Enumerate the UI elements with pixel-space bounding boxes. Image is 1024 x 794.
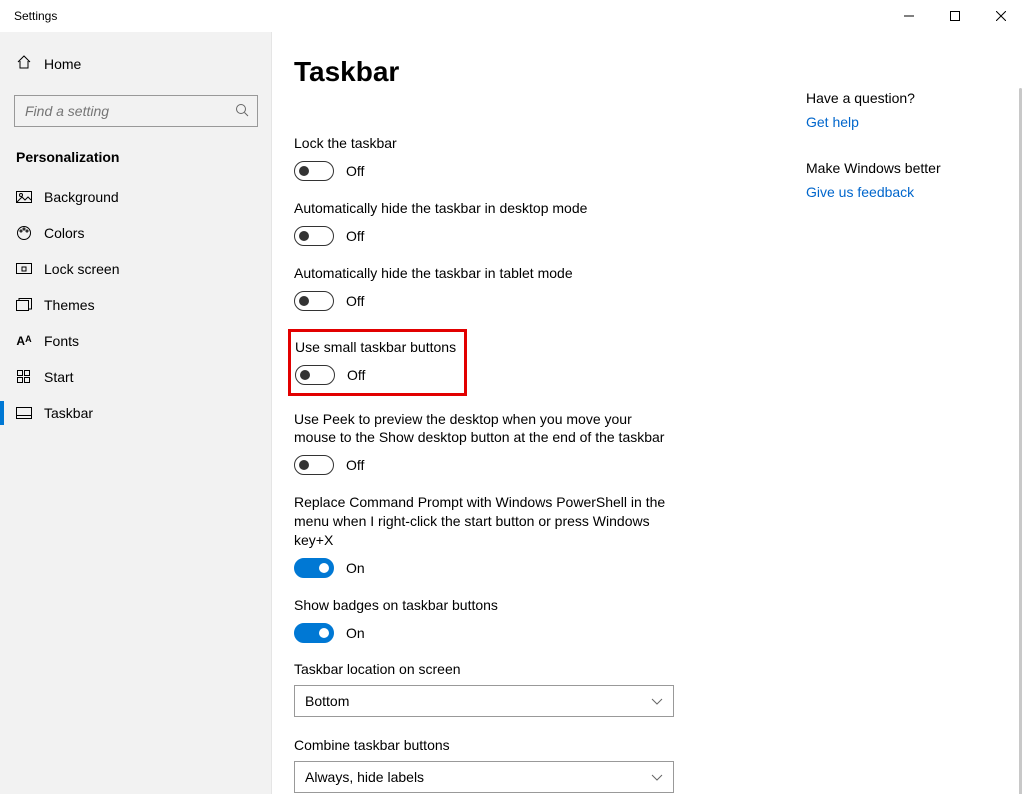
- home-label: Home: [44, 56, 81, 72]
- setting-hide-tablet: Automatically hide the taskbar in tablet…: [294, 264, 764, 311]
- picture-icon: [16, 191, 32, 203]
- sidebar: Home Personalization Background Colors L…: [0, 32, 272, 794]
- palette-icon: [16, 225, 32, 241]
- select-label: Combine taskbar buttons: [294, 737, 764, 753]
- help-aside: Have a question? Get help Make Windows b…: [806, 90, 996, 230]
- toggle-small-buttons[interactable]: [295, 365, 335, 385]
- setting-peek: Use Peek to preview the desktop when you…: [294, 410, 764, 476]
- question-heading: Have a question?: [806, 90, 996, 106]
- home-button[interactable]: Home: [0, 46, 272, 81]
- setting-label: Automatically hide the taskbar in deskto…: [294, 199, 674, 218]
- toggle-hide-tablet[interactable]: [294, 291, 334, 311]
- sidebar-item-label: Colors: [44, 225, 84, 241]
- search-input-field[interactable]: [25, 103, 235, 119]
- select-taskbar-location[interactable]: Bottom: [294, 685, 674, 717]
- toggle-state: On: [346, 560, 365, 576]
- page-title: Taskbar: [294, 56, 764, 88]
- toggle-state: Off: [347, 367, 365, 383]
- main-content: Taskbar Lock the taskbar Off Automatical…: [272, 32, 1024, 794]
- sidebar-item-label: Taskbar: [44, 405, 93, 421]
- toggle-state: Off: [346, 228, 364, 244]
- toggle-state: Off: [346, 163, 364, 179]
- sidebar-item-background[interactable]: Background: [0, 179, 272, 215]
- setting-label: Show badges on taskbar buttons: [294, 596, 674, 615]
- chevron-down-icon: [651, 693, 663, 709]
- lock-screen-icon: [16, 263, 32, 275]
- sidebar-item-start[interactable]: Start: [0, 359, 272, 395]
- close-button[interactable]: [978, 0, 1024, 32]
- setting-badges: Show badges on taskbar buttons On: [294, 596, 764, 643]
- maximize-button[interactable]: [932, 0, 978, 32]
- setting-powershell: Replace Command Prompt with Windows Powe…: [294, 493, 764, 578]
- minimize-button[interactable]: [886, 0, 932, 32]
- sidebar-item-themes[interactable]: Themes: [0, 287, 272, 323]
- search-icon: [235, 103, 249, 120]
- themes-icon: [16, 298, 32, 312]
- toggle-lock-taskbar[interactable]: [294, 161, 334, 181]
- get-help-link[interactable]: Get help: [806, 114, 996, 130]
- taskbar-icon: [16, 407, 32, 419]
- setting-label: Lock the taskbar: [294, 134, 674, 153]
- scrollbar[interactable]: [1019, 88, 1022, 794]
- fonts-icon: AA: [16, 334, 32, 348]
- highlighted-setting: Use small taskbar buttons Off: [288, 329, 467, 396]
- select-combine-buttons[interactable]: Always, hide labels: [294, 761, 674, 793]
- toggle-badges[interactable]: [294, 623, 334, 643]
- setting-combine-buttons: Combine taskbar buttons Always, hide lab…: [294, 737, 764, 793]
- search-input[interactable]: [14, 95, 258, 127]
- toggle-hide-desktop[interactable]: [294, 226, 334, 246]
- start-icon: [16, 370, 32, 384]
- sidebar-item-colors[interactable]: Colors: [0, 215, 272, 251]
- toggle-state: Off: [346, 293, 364, 309]
- sidebar-item-lock-screen[interactable]: Lock screen: [0, 251, 272, 287]
- setting-taskbar-location: Taskbar location on screen Bottom: [294, 661, 764, 717]
- sidebar-item-label: Themes: [44, 297, 95, 313]
- setting-label: Use small taskbar buttons: [295, 338, 456, 357]
- home-icon: [16, 54, 32, 73]
- select-label: Taskbar location on screen: [294, 661, 764, 677]
- setting-label: Replace Command Prompt with Windows Powe…: [294, 493, 674, 550]
- window-title: Settings: [14, 9, 57, 23]
- sidebar-section-title: Personalization: [0, 149, 272, 179]
- sidebar-item-label: Fonts: [44, 333, 79, 349]
- setting-label: Automatically hide the taskbar in tablet…: [294, 264, 674, 283]
- toggle-powershell[interactable]: [294, 558, 334, 578]
- setting-lock-taskbar: Lock the taskbar Off: [294, 134, 764, 181]
- toggle-state: On: [346, 625, 365, 641]
- sidebar-item-label: Background: [44, 189, 119, 205]
- window-controls: [886, 0, 1024, 32]
- setting-label: Use Peek to preview the desktop when you…: [294, 410, 674, 448]
- sidebar-item-fonts[interactable]: AA Fonts: [0, 323, 272, 359]
- toggle-state: Off: [346, 457, 364, 473]
- give-feedback-link[interactable]: Give us feedback: [806, 184, 996, 200]
- chevron-down-icon: [651, 769, 663, 785]
- select-value: Bottom: [305, 693, 349, 709]
- sidebar-item-taskbar[interactable]: Taskbar: [0, 395, 272, 431]
- toggle-peek[interactable]: [294, 455, 334, 475]
- sidebar-item-label: Start: [44, 369, 74, 385]
- select-value: Always, hide labels: [305, 769, 424, 785]
- sidebar-item-label: Lock screen: [44, 261, 119, 277]
- feedback-heading: Make Windows better: [806, 160, 996, 176]
- titlebar: Settings: [0, 0, 1024, 32]
- setting-hide-desktop: Automatically hide the taskbar in deskto…: [294, 199, 764, 246]
